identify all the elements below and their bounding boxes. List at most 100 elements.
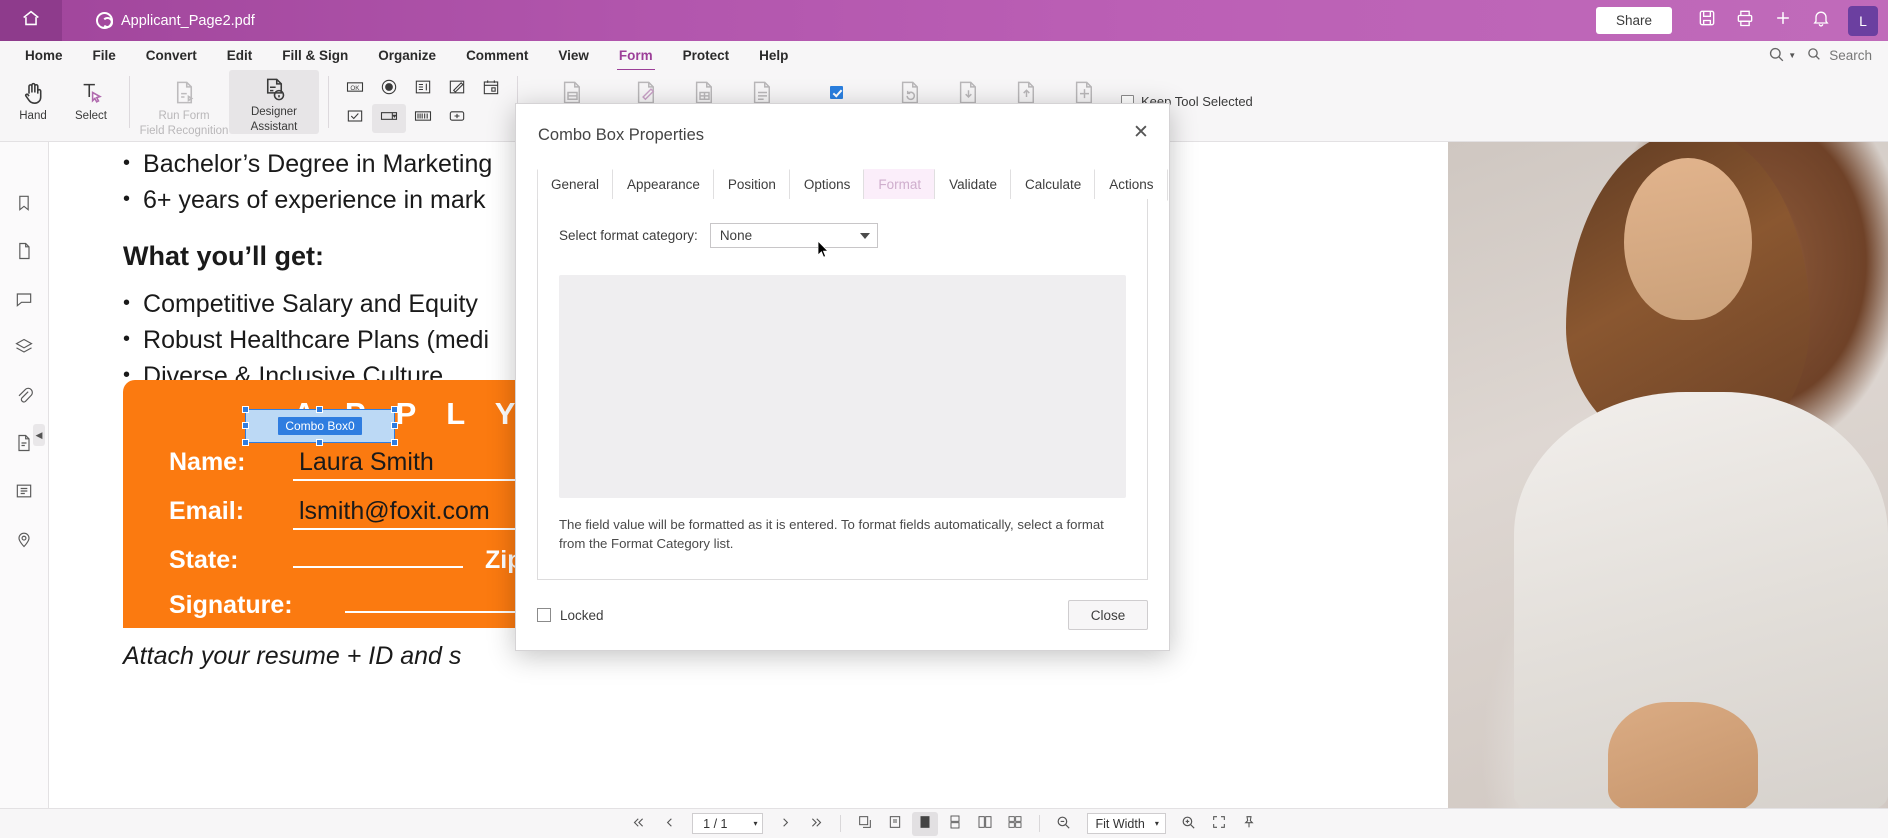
zoom-in-button[interactable] [1176, 812, 1202, 836]
check-box-icon [345, 106, 365, 131]
combo-box-field-widget[interactable]: Combo Box0 [242, 406, 398, 446]
tab-actions[interactable]: Actions [1095, 169, 1168, 201]
first-page-button[interactable] [626, 812, 652, 836]
menu-item-home[interactable]: Home [10, 43, 78, 68]
tab-appearance[interactable]: Appearance [613, 169, 714, 201]
menu-item-organize[interactable]: Organize [363, 43, 451, 68]
menu-item-convert[interactable]: Convert [131, 43, 212, 68]
next-page-button[interactable] [773, 812, 799, 836]
menu-item-form[interactable]: Form [604, 43, 668, 71]
menu-item-edit[interactable]: Edit [212, 43, 268, 68]
pin-toolbar-button[interactable] [1236, 812, 1262, 836]
zoom-out-button[interactable] [1051, 812, 1077, 836]
menu-item-help[interactable]: Help [744, 43, 803, 68]
format-hint-text: The field value will be formatted as it … [559, 517, 1104, 552]
tab-calculate[interactable]: Calculate [1011, 169, 1096, 201]
notifications-button[interactable] [1802, 0, 1840, 41]
sidebar-item-stamp[interactable] [7, 476, 41, 510]
check-box-field-button[interactable] [338, 104, 372, 133]
previous-page-button[interactable] [656, 812, 682, 836]
tab-format[interactable]: Format [864, 169, 936, 201]
print-icon [1735, 8, 1755, 33]
menu-item-view[interactable]: View [543, 43, 604, 68]
resize-handle-top-center[interactable] [316, 406, 323, 413]
zoom-in-icon [1180, 814, 1197, 834]
locked-checkbox[interactable]: Locked [537, 608, 604, 623]
avatar[interactable]: L [1848, 5, 1878, 36]
format-tab-panel: Select format category: None The field v… [537, 199, 1148, 580]
save-button[interactable] [1688, 0, 1726, 41]
designer-assistant-button[interactable]: Designer Assistant [229, 70, 319, 134]
sidebar-item-page-thumbnails[interactable] [7, 236, 41, 270]
continuous-view-button[interactable] [942, 812, 968, 836]
single-page-view-button[interactable] [911, 811, 938, 836]
sidebar-item-layers[interactable] [7, 332, 41, 366]
notification-bell-icon [1811, 8, 1831, 33]
push-button-field-button[interactable] [440, 104, 474, 133]
resize-handle-middle-left[interactable] [242, 422, 249, 429]
menu-item-protect[interactable]: Protect [668, 43, 745, 68]
dialog-close-button[interactable]: ✕ [1126, 118, 1156, 146]
document-tab[interactable]: Applicant_Page2.pdf [80, 0, 271, 41]
tab-options[interactable]: Options [790, 169, 865, 201]
zoom-level-select[interactable]: Fit Width ▾ [1086, 813, 1166, 834]
fullscreen-button[interactable] [1206, 812, 1232, 836]
run-form-icon [171, 76, 198, 108]
hand-icon [20, 76, 47, 108]
sidebar-item-attachments[interactable] [7, 380, 41, 414]
facing-view-button[interactable] [972, 812, 998, 836]
resize-handle-top-left[interactable] [242, 406, 249, 413]
text-field-button[interactable]: OK [338, 75, 372, 104]
date-field-button[interactable] [474, 75, 508, 104]
tab-position[interactable]: Position [714, 169, 790, 201]
format-category-select[interactable]: None [709, 223, 878, 248]
sidebar-item-location[interactable] [7, 524, 41, 558]
locked-checkbox-box[interactable] [537, 608, 551, 622]
run-form-field-recognition-button[interactable]: Run Form Field Recognition [139, 70, 229, 138]
facing-continuous-view-button[interactable] [1002, 812, 1028, 836]
menu-item-file[interactable]: File [78, 43, 131, 68]
fit-page-button[interactable] [882, 812, 908, 836]
zoom-dropdown-caret-icon[interactable]: ▾ [1155, 819, 1159, 828]
rotate-view-button[interactable] [852, 812, 878, 836]
hand-tool-button[interactable]: Hand [4, 70, 62, 123]
sidebar-collapse-handle[interactable]: ◀ [33, 424, 45, 446]
print-button[interactable] [1726, 0, 1764, 41]
photo-hand [1608, 702, 1758, 808]
share-button[interactable]: Share [1595, 7, 1672, 34]
select-tool-button[interactable]: Select [62, 70, 120, 123]
resize-handle-bottom-center[interactable] [316, 439, 323, 446]
home-button[interactable] [0, 0, 62, 41]
resize-handle-bottom-right[interactable] [391, 439, 398, 446]
hand-tool-label: Hand [19, 110, 47, 122]
page-dropdown-caret-icon[interactable]: ▾ [753, 819, 757, 828]
signature-field-button[interactable] [440, 75, 474, 104]
radio-button-field-button[interactable] [372, 75, 406, 104]
sidebar-item-comments[interactable] [7, 284, 41, 318]
barcode-field-button[interactable] [406, 104, 440, 133]
state-field-value[interactable] [293, 564, 463, 568]
resize-handle-middle-right[interactable] [391, 422, 398, 429]
search-input[interactable]: Search [1806, 46, 1872, 65]
bullet-dot: • [123, 291, 131, 314]
tab-validate[interactable]: Validate [935, 169, 1011, 201]
tab-general[interactable]: General [537, 169, 614, 201]
combo-box-field-button[interactable] [372, 104, 406, 133]
close-button[interactable]: Close [1068, 600, 1148, 630]
chevron-left-icon: ◀ [35, 429, 43, 440]
highlight-fields-checkbox-box[interactable] [829, 85, 843, 99]
menu-bar: Home File Convert Edit Fill & Sign Organ… [0, 41, 1888, 71]
menu-item-comment[interactable]: Comment [451, 43, 543, 68]
advanced-search-button[interactable]: ▼ [1767, 45, 1796, 67]
sidebar-item-bookmarks[interactable] [7, 188, 41, 222]
bullet-dot: • [123, 152, 131, 174]
menu-item-fill-and-sign[interactable]: Fill & Sign [267, 43, 363, 68]
resize-handle-top-right[interactable] [391, 406, 398, 413]
add-tab-button[interactable] [1764, 0, 1802, 41]
list-box-field-button[interactable] [406, 75, 440, 104]
last-page-button[interactable] [803, 812, 829, 836]
page-number-input[interactable]: 1 / 1 ▾ [692, 813, 763, 834]
bullet-dot: • [123, 188, 131, 211]
status-divider-2 [1038, 815, 1040, 832]
resize-handle-bottom-left[interactable] [242, 439, 249, 446]
